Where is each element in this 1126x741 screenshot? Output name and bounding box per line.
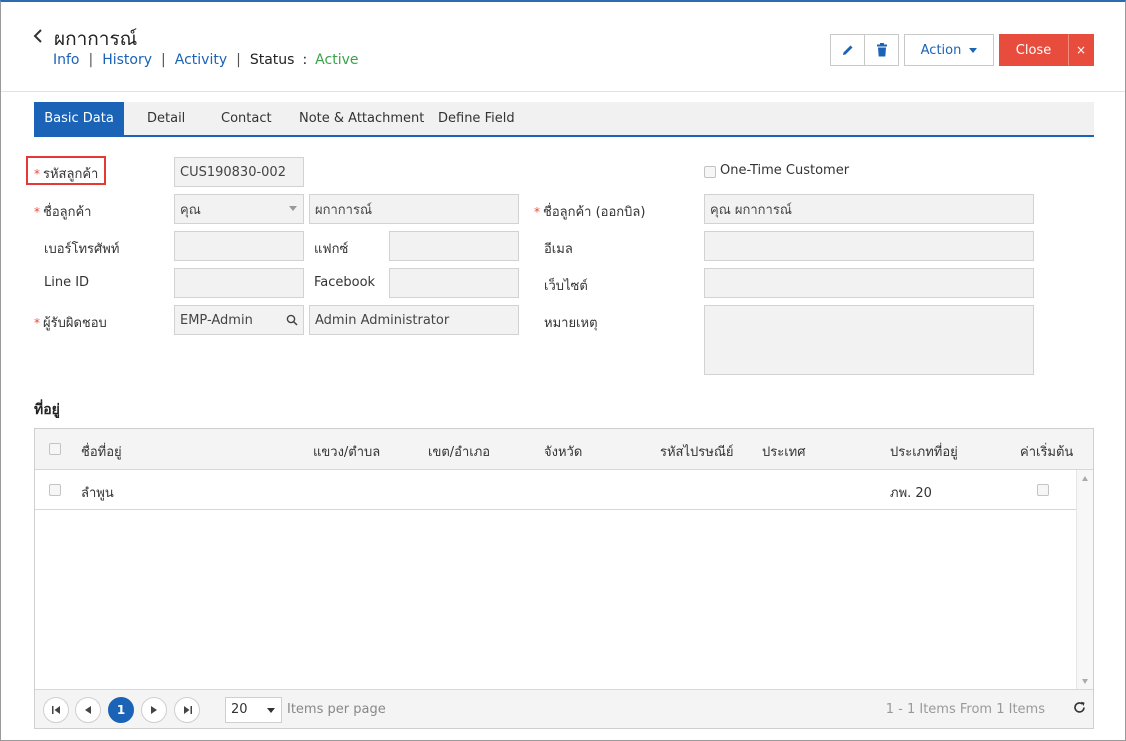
column-subdistrict[interactable]: แขวง/ตำบล: [313, 441, 380, 462]
prev-page-icon: [85, 706, 91, 714]
refresh-icon[interactable]: [1073, 700, 1086, 718]
table-row[interactable]: ลำพูน ภพ. 20: [35, 470, 1077, 510]
tab-contact[interactable]: Contact: [221, 102, 272, 135]
search-icon[interactable]: [286, 314, 298, 326]
vertical-scrollbar[interactable]: [1076, 470, 1093, 690]
trash-icon: [876, 43, 887, 57]
facebook-field[interactable]: [389, 268, 519, 298]
page-size-value: 20: [231, 702, 248, 717]
column-province[interactable]: จังหวัด: [544, 441, 582, 462]
column-address-type[interactable]: ประเภทที่อยู่: [890, 441, 958, 462]
current-page-button[interactable]: 1: [108, 697, 134, 723]
first-page-button[interactable]: [43, 697, 69, 723]
pager-info: 1 - 1 Items From 1 Items: [885, 702, 1045, 717]
column-district[interactable]: เขต/อำเภอ: [428, 441, 490, 462]
grid-header: ชื่อที่อยู่ แขวง/ตำบล เขต/อำเภอ จังหวัด …: [35, 429, 1093, 470]
one-time-customer-label: One-Time Customer: [720, 163, 850, 178]
address-grid: ชื่อที่อยู่ แขวง/ตำบล เขต/อำเภอ จังหวัด …: [34, 428, 1094, 729]
separator: |: [236, 52, 241, 68]
column-postal-code[interactable]: รหัสไปรษณีย์: [660, 441, 734, 462]
back-icon[interactable]: [32, 28, 44, 44]
caret-down-icon: [969, 47, 978, 53]
last-page-button[interactable]: [174, 697, 200, 723]
owner-code-field[interactable]: EMP-Admin: [174, 305, 304, 335]
customer-name-label: * ชื่อลูกค้า: [34, 205, 92, 220]
row-checkbox[interactable]: [49, 484, 61, 496]
history-link[interactable]: History: [102, 52, 152, 68]
line-id-field[interactable]: [174, 268, 304, 298]
note-textarea[interactable]: [704, 305, 1034, 375]
owner-label: * ผู้รับผิดชอบ: [34, 316, 107, 331]
column-address-name[interactable]: ชื่อที่อยู่: [81, 441, 122, 462]
title-prefix-select[interactable]: คุณ: [174, 194, 304, 224]
chevron-down-icon: [267, 708, 275, 713]
customer-code-label: * รหัสลูกค้า: [34, 167, 99, 182]
email-label: อีเมล: [544, 242, 573, 257]
edit-button[interactable]: [830, 34, 865, 66]
customer-code-field[interactable]: CUS190830-002: [174, 157, 304, 187]
select-all-checkbox[interactable]: [49, 443, 61, 455]
record-subnav: Info | History | Activity | Status : Act…: [53, 52, 358, 68]
phone-field[interactable]: [174, 231, 304, 261]
prev-page-button[interactable]: [75, 697, 101, 723]
default-checkbox[interactable]: [1037, 484, 1049, 496]
website-label: เว็บไซต์: [544, 279, 588, 294]
last-page-icon: [183, 706, 192, 714]
tab-bar: Basic Data Detail Contact Note & Attachm…: [34, 102, 1094, 137]
website-field[interactable]: [704, 268, 1034, 298]
one-time-customer-checkbox[interactable]: [704, 166, 716, 178]
page-size-select[interactable]: 20: [225, 697, 282, 723]
required-mark: *: [34, 205, 40, 219]
page-title: ผกาการณ์: [54, 28, 138, 50]
status-badge: Active: [315, 52, 359, 68]
required-mark: *: [34, 316, 40, 330]
line-id-label: Line ID: [44, 275, 90, 290]
close-button[interactable]: Close: [999, 34, 1068, 66]
status-label: Status: [249, 52, 295, 68]
column-country[interactable]: ประเทศ: [762, 441, 805, 462]
tab-basic-data[interactable]: Basic Data: [34, 102, 124, 135]
required-mark: *: [34, 167, 40, 181]
tab-define-field[interactable]: Define Field: [438, 102, 515, 135]
delete-button[interactable]: [864, 34, 899, 66]
separator: |: [161, 52, 166, 68]
separator: |: [88, 52, 94, 68]
tab-note-attachment[interactable]: Note & Attachment: [299, 102, 424, 135]
tab-detail[interactable]: Detail: [147, 102, 185, 135]
bill-name-label: * ชื่อลูกค้า (ออกบิล): [534, 205, 646, 220]
fax-field[interactable]: [389, 231, 519, 261]
column-default[interactable]: ค่าเริ่มต้น: [1020, 441, 1073, 462]
activity-link[interactable]: Activity: [175, 52, 227, 68]
header-divider: [1, 91, 1125, 92]
bill-name-field[interactable]: คุณ ผกาการณ์: [704, 194, 1034, 224]
next-page-button[interactable]: [141, 697, 167, 723]
scroll-down-icon[interactable]: [1082, 679, 1088, 684]
facebook-label: Facebook: [314, 275, 376, 290]
customer-name-field[interactable]: ผกาการณ์: [309, 194, 519, 224]
action-label: Action: [920, 42, 962, 58]
status-colon: :: [302, 52, 308, 68]
address-type-cell: ภพ. 20: [890, 486, 932, 501]
first-page-icon: [51, 706, 60, 714]
note-label: หมายเหตุ: [544, 316, 598, 331]
close-x-button[interactable]: ×: [1068, 34, 1094, 66]
next-page-icon: [151, 706, 157, 714]
required-mark: *: [534, 205, 540, 219]
action-dropdown-button[interactable]: Action: [904, 34, 994, 66]
owner-code-value: EMP-Admin: [180, 312, 253, 328]
email-field[interactable]: [704, 231, 1034, 261]
pencil-icon: [842, 45, 852, 55]
info-link[interactable]: Info: [53, 52, 80, 68]
owner-name-field[interactable]: Admin Administrator: [309, 305, 519, 335]
address-section-title: ที่อยู่: [34, 402, 60, 418]
chevron-down-icon: [289, 206, 297, 211]
phone-label: เบอร์โทรศัพท์: [44, 242, 120, 257]
fax-label: แฟกซ์: [314, 242, 349, 257]
grid-pager: 1 20 Items per page 1 - 1 Items From 1 I…: [35, 689, 1093, 728]
items-per-page-label: Items per page: [287, 702, 386, 717]
title-prefix-value: คุณ: [180, 202, 201, 218]
scroll-up-icon[interactable]: [1082, 476, 1088, 481]
address-name-cell: ลำพูน: [81, 486, 114, 501]
